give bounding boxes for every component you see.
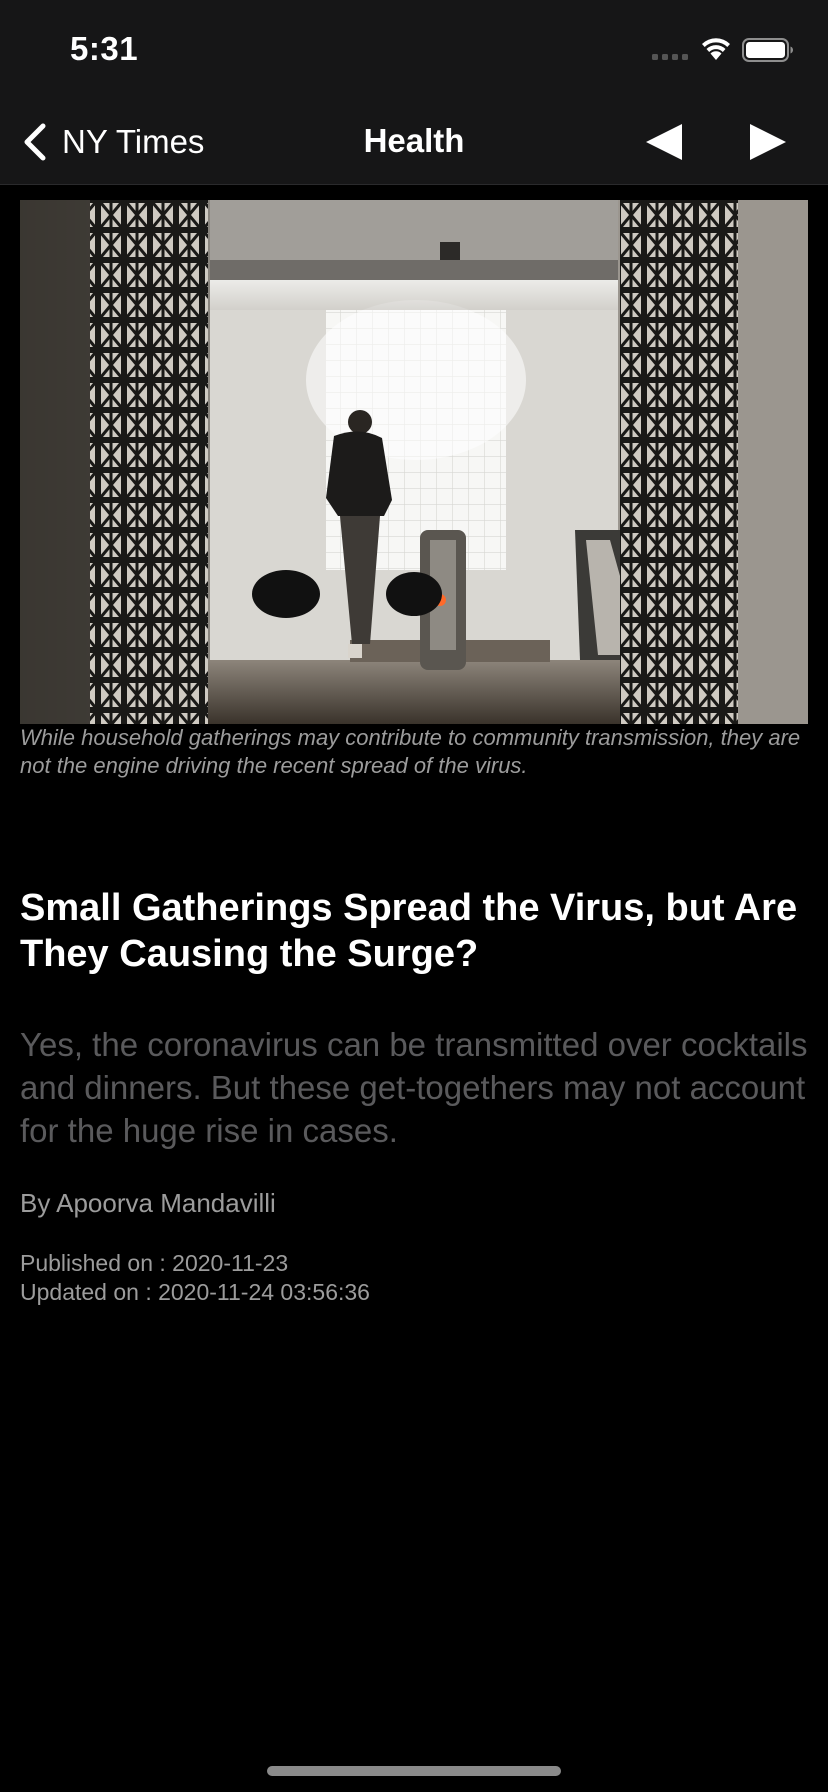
status-bar: 5:31: [0, 0, 828, 100]
nav-bar: NY Times Health: [0, 100, 828, 185]
article-byline: By Apoorva Mandavilli: [20, 1188, 276, 1218]
article-headline: Small Gatherings Spread the Virus, but A…: [20, 887, 798, 975]
chevron-left-icon: [24, 123, 46, 161]
signal-icon: [652, 54, 688, 60]
next-article-button[interactable]: [742, 120, 792, 164]
image-caption: While household gatherings may contribut…: [20, 725, 801, 778]
article-hero-image: [20, 200, 808, 724]
triangle-left-icon: [646, 124, 682, 160]
battery-icon: [742, 38, 793, 62]
triangle-right-icon: [750, 124, 786, 160]
wifi-icon: [702, 38, 730, 60]
status-time: 5:31: [70, 30, 139, 67]
home-indicator[interactable]: [267, 1766, 561, 1776]
previous-article-button[interactable]: [640, 120, 690, 164]
updated-date: Updated on : 2020-11-24 03:56:36: [20, 1279, 370, 1305]
back-button[interactable]: NY Times: [22, 120, 204, 164]
article-summary: Yes, the coronavirus can be transmitted …: [20, 1026, 808, 1149]
article-dates: Published on : 2020-11-23 Updated on : 2…: [20, 1249, 370, 1307]
published-date: Published on : 2020-11-23: [20, 1250, 289, 1276]
back-button-label: NY Times: [62, 123, 205, 160]
